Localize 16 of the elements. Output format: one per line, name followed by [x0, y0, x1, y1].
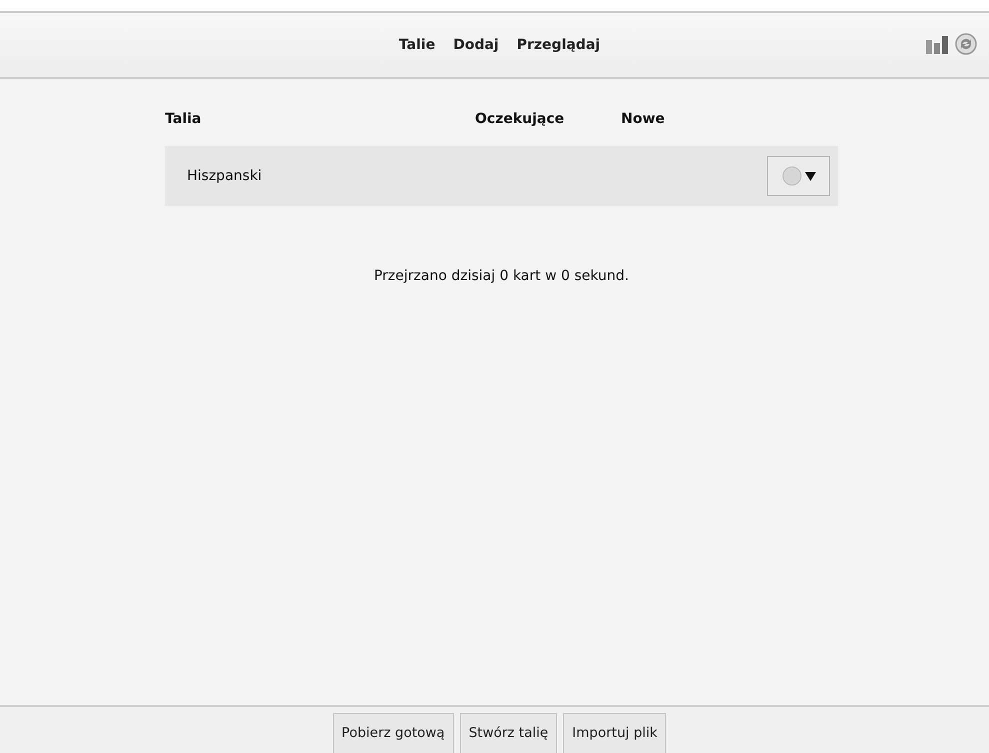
study-summary: Przejrzano dzisiaj 0 kart w 0 sekund.	[374, 268, 630, 284]
bottom-button[interactable]: Stwórz talię	[460, 713, 558, 753]
bottom-button[interactable]: Pobierz gotową	[332, 713, 454, 753]
deck-name[interactable]: Hiszpanski	[187, 166, 767, 186]
sync-icon[interactable]	[955, 33, 977, 55]
nav-link[interactable]: Dodaj	[453, 34, 499, 56]
bar-chart-icon[interactable]	[925, 34, 949, 54]
nav-link[interactable]: Przeglądaj	[516, 34, 600, 56]
column-header: Oczekujące	[475, 110, 564, 126]
bottom-button[interactable]: Importuj plik	[563, 713, 666, 753]
deck-options-button[interactable]	[767, 156, 830, 196]
column-header: Talia	[165, 110, 202, 126]
nav-link[interactable]: Talie	[398, 34, 436, 56]
column-header: Nowe	[621, 110, 665, 126]
deck-row[interactable]: Hiszpanski	[165, 146, 838, 206]
caret-icon	[804, 171, 816, 181]
